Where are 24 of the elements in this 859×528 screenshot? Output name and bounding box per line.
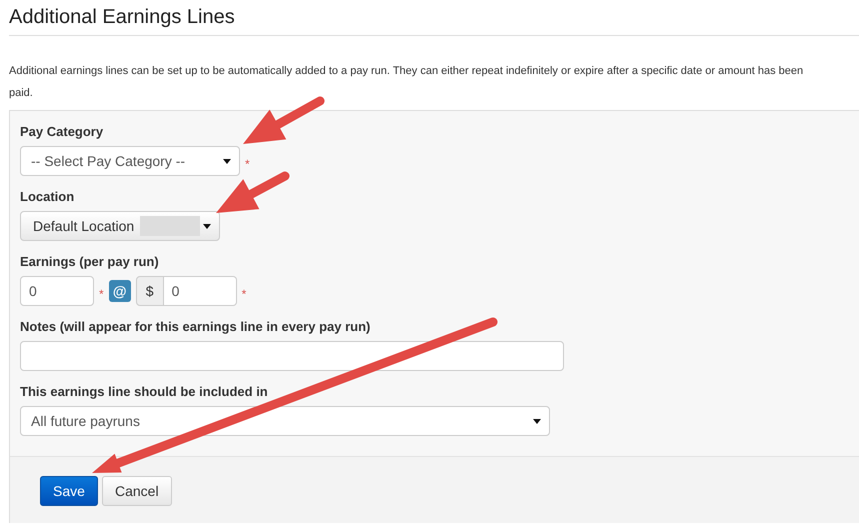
quantity-input[interactable]: 0 — [20, 276, 94, 306]
required-mark: * — [242, 286, 246, 301]
currency-addon: $ — [136, 276, 164, 306]
location-dropdown-button[interactable]: Default Location — [20, 211, 220, 241]
included-in-dropdown[interactable]: All future payruns — [20, 406, 550, 436]
cancel-button[interactable]: Cancel — [102, 476, 172, 506]
caret-icon — [203, 224, 211, 228]
caret-icon — [223, 158, 231, 164]
at-badge: @ — [108, 280, 131, 302]
field-label: Notes (will appear for this earnings line in every pay run) — [20, 318, 372, 336]
field-label: Pay Category — [20, 123, 104, 141]
field-label: Location — [20, 188, 76, 206]
required-mark: * — [245, 156, 250, 171]
required-mark: * — [99, 286, 104, 301]
rate-input[interactable]: 0 — [164, 276, 237, 306]
page-title: Additional Earnings Lines — [9, 5, 236, 30]
redacted-area — [140, 216, 200, 236]
description-text: Additional earnings lines can be set up to be automatically added to a pay run. They can either repeat indefinitely or expire after a specific date or amount has been paid. — [9, 64, 804, 101]
save-button[interactable]: Save — [40, 476, 98, 506]
caret-icon — [533, 418, 541, 424]
pay-category-dropdown[interactable]: -- Select Pay Category -- — [20, 146, 240, 176]
notes-input[interactable] — [20, 341, 564, 371]
field-label: Earnings (per pay run) — [20, 253, 160, 271]
field-label: This earnings line should be included in — [20, 383, 269, 401]
